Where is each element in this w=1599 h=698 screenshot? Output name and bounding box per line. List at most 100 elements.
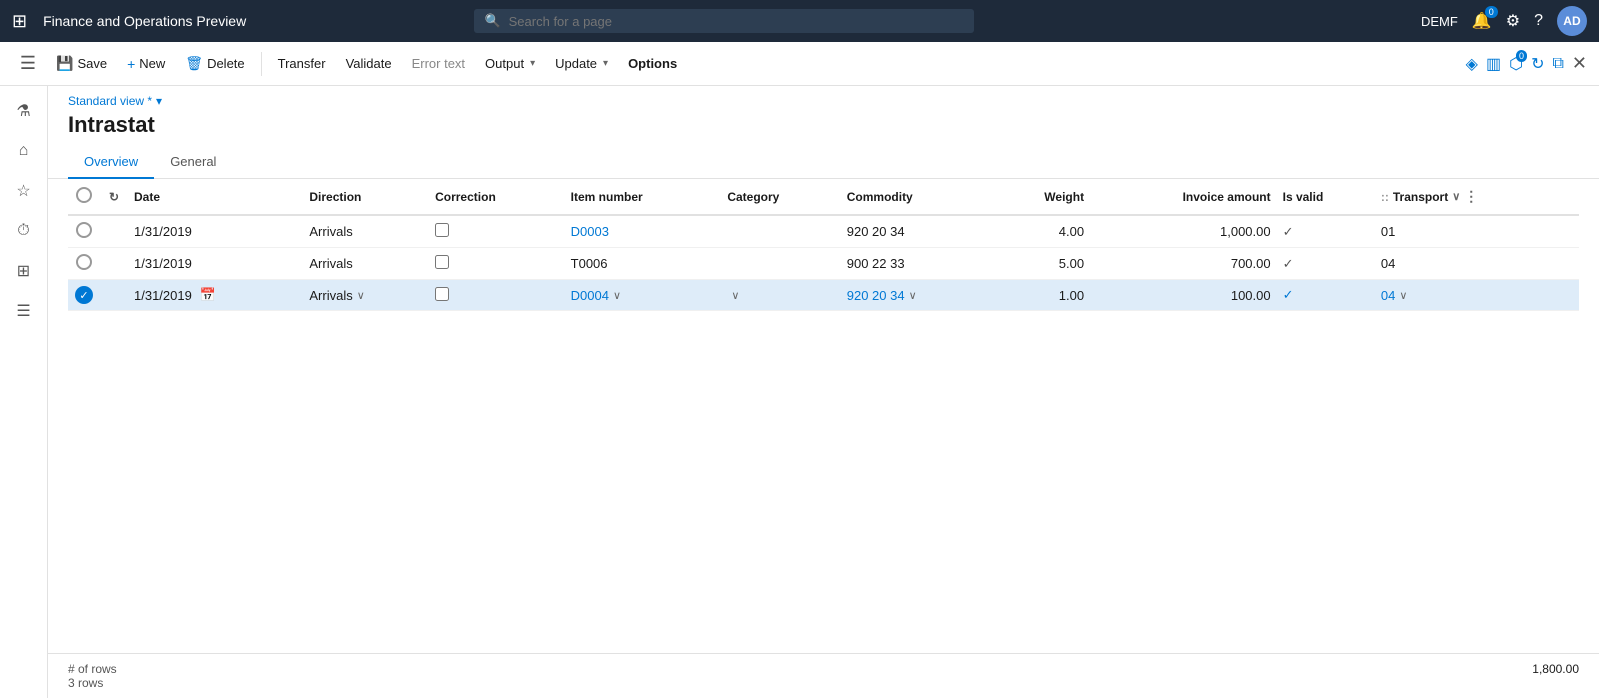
panel-icon[interactable]: ▥ <box>1486 54 1501 74</box>
select-all-radio[interactable] <box>76 187 92 203</box>
row1-select[interactable] <box>68 215 100 248</box>
row2-refresh <box>100 248 128 280</box>
row1-invoice-amount: 1,000.00 <box>1090 215 1277 248</box>
transport-dropdown-icon[interactable]: ∨ <box>1399 289 1407 302</box>
sidebar-item-workspaces[interactable]: ⊞ <box>4 252 44 290</box>
th-refresh: ↻ <box>100 179 128 215</box>
personalize-icon[interactable]: ◈ <box>1466 54 1478 74</box>
th-direction[interactable]: Direction <box>303 179 429 215</box>
row1-weight: 4.00 <box>994 215 1091 248</box>
transport-sort-icon[interactable]: ∨ <box>1452 190 1460 203</box>
top-navigation: ⊞ Finance and Operations Preview 🔍 DEMF … <box>0 0 1599 42</box>
row3-invoice-amount[interactable]: 100.00 <box>1090 280 1277 311</box>
row3-commodity[interactable]: 920 20 34 ∨ <box>841 280 994 311</box>
row1-commodity[interactable]: 920 20 34 <box>841 215 994 248</box>
th-weight[interactable]: Weight <box>994 179 1091 215</box>
sidebar-item-favorites[interactable]: ☆ <box>4 172 44 210</box>
sidebar: ⚗ ⌂ ☆ ⏱ ⊞ ☰ <box>0 86 48 698</box>
row2-select[interactable] <box>68 248 100 280</box>
row3-select[interactable]: ✓ <box>68 280 100 311</box>
row2-correction[interactable] <box>429 248 565 280</box>
save-button[interactable]: 💾 Save <box>48 51 115 76</box>
th-invoice-amount[interactable]: Invoice amount <box>1090 179 1277 215</box>
main-layout: ⚗ ⌂ ☆ ⏱ ⊞ ☰ Standard view * ▾ Intrastat … <box>0 86 1599 698</box>
env-label: DEMF <box>1421 14 1458 29</box>
direction-dropdown-icon[interactable]: ∨ <box>357 289 365 302</box>
tab-general[interactable]: General <box>154 146 232 179</box>
view-selector[interactable]: Standard view * ▾ <box>68 94 1579 108</box>
row2-invoice-amount: 700.00 <box>1090 248 1277 280</box>
row2-commodity[interactable]: 900 22 33 <box>841 248 994 280</box>
search-bar[interactable]: 🔍 <box>474 9 974 33</box>
row1-correction-checkbox[interactable] <box>435 223 449 237</box>
footer-left: # of rows 3 rows <box>68 662 117 690</box>
commodity-dropdown-icon[interactable]: ∨ <box>909 289 917 302</box>
row1-direction[interactable]: Arrivals <box>303 215 429 248</box>
validate-button[interactable]: Validate <box>338 52 400 75</box>
row2-transport[interactable]: 04 <box>1375 248 1579 280</box>
row3-transport[interactable]: 04 ∨ <box>1375 280 1579 311</box>
footer-total: 1,800.00 <box>1532 662 1579 690</box>
error-text-button[interactable]: Error text <box>404 52 473 75</box>
options-button[interactable]: Options <box>620 52 685 75</box>
row3-weight[interactable]: 1.00 <box>994 280 1091 311</box>
hamburger-menu-icon[interactable]: ☰ <box>12 48 44 80</box>
notifications-icon[interactable]: 🔔 0 <box>1472 11 1492 31</box>
badge-icon[interactable]: ⬡ 0 <box>1509 54 1523 74</box>
item-number-dropdown-icon[interactable]: ∨ <box>613 289 621 302</box>
th-correction[interactable]: Correction <box>429 179 565 215</box>
row3-is-valid: ✓ <box>1277 280 1375 311</box>
rows-count: 3 rows <box>68 676 117 690</box>
table-row: ✓ 1/31/2019 📅 Arrivals ∨ <box>68 280 1579 311</box>
sidebar-item-list[interactable]: ☰ <box>4 292 44 330</box>
row1-date[interactable]: 1/31/2019 <box>128 215 303 248</box>
row3-direction[interactable]: Arrivals ∨ <box>303 280 429 311</box>
search-input[interactable] <box>509 14 965 29</box>
delete-button[interactable]: 🗑 Delete <box>177 51 252 76</box>
row3-correction-checkbox[interactable] <box>435 287 449 301</box>
sidebar-item-filter[interactable]: ⚗ <box>4 92 44 130</box>
row1-correction[interactable] <box>429 215 565 248</box>
refresh-col-icon[interactable]: ↻ <box>109 190 119 204</box>
row3-category[interactable]: ∨ <box>721 280 840 311</box>
row3-date[interactable]: 1/31/2019 📅 <box>128 280 303 311</box>
table-header-row: ↻ Date Direction Correction Item number … <box>68 179 1579 215</box>
th-date[interactable]: Date <box>128 179 303 215</box>
row2-correction-checkbox[interactable] <box>435 255 449 269</box>
close-icon[interactable]: ✕ <box>1572 53 1587 74</box>
new-button[interactable]: + New <box>119 52 173 76</box>
update-button[interactable]: Update <box>547 52 616 75</box>
output-button[interactable]: Output <box>477 52 543 75</box>
sidebar-item-home[interactable]: ⌂ <box>4 132 44 170</box>
app-grid-icon[interactable]: ⊞ <box>12 11 27 32</box>
row3-item-number[interactable]: D0004 ∨ <box>565 280 722 311</box>
row1-item-number[interactable]: D0003 <box>565 215 722 248</box>
settings-icon[interactable]: ⚙ <box>1506 11 1520 31</box>
date-picker-icon[interactable]: 📅 <box>200 287 216 303</box>
row2-item-number[interactable]: T0006 <box>565 248 722 280</box>
transport-more-icon[interactable]: ⋮ <box>1464 188 1478 205</box>
row2-direction[interactable]: Arrivals <box>303 248 429 280</box>
th-is-valid[interactable]: Is valid <box>1277 179 1375 215</box>
sidebar-item-recent[interactable]: ⏱ <box>4 212 44 250</box>
help-icon[interactable]: ? <box>1534 12 1543 30</box>
main-content: Standard view * ▾ Intrastat Overview Gen… <box>48 86 1599 698</box>
refresh-icon[interactable]: ↻ <box>1531 54 1544 74</box>
row2-weight: 5.00 <box>994 248 1091 280</box>
th-item-number[interactable]: Item number <box>565 179 722 215</box>
row2-date[interactable]: 1/31/2019 <box>128 248 303 280</box>
row1-category[interactable] <box>721 215 840 248</box>
category-dropdown-icon[interactable]: ∨ <box>731 289 739 302</box>
th-commodity[interactable]: Commodity <box>841 179 994 215</box>
row3-correction[interactable] <box>429 280 565 311</box>
th-category[interactable]: Category <box>721 179 840 215</box>
tab-overview[interactable]: Overview <box>68 146 154 179</box>
th-transport[interactable]: :: Transport ∨ ⋮ <box>1375 179 1579 215</box>
row1-transport[interactable]: 01 <box>1375 215 1579 248</box>
badge-count: 0 <box>1516 50 1527 62</box>
transfer-button[interactable]: Transfer <box>270 52 334 75</box>
top-nav-right: DEMF 🔔 0 ⚙ ? AD <box>1421 6 1587 36</box>
row2-category[interactable] <box>721 248 840 280</box>
avatar[interactable]: AD <box>1557 6 1587 36</box>
open-new-window-icon[interactable]: ⧉ <box>1552 55 1563 73</box>
